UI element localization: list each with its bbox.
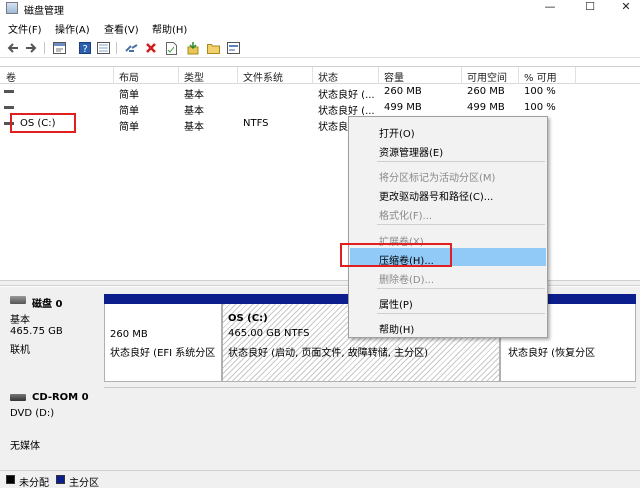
menu-item-change-drive-letter[interactable]: 更改驱动器号和路径(C)... <box>350 184 546 203</box>
import-icon[interactable] <box>186 41 200 55</box>
cell-type: 基本 <box>184 106 204 117</box>
disk-0-label[interactable]: 磁盘 0 基本 465.75 GB 联机 <box>4 291 102 386</box>
cell-filesystem: NTFS <box>243 118 269 129</box>
cdrom-0-drive: DVD (D:) <box>10 408 55 419</box>
disk-0-type: 基本 <box>10 315 30 326</box>
partition-efi-status: 状态良好 (EFI 系统分区 <box>110 348 216 359</box>
column-header-filesystem[interactable]: 文件系统 <box>243 69 283 84</box>
cell-free: 499 MB <box>467 102 505 113</box>
legend: 未分配 主分区 <box>0 470 640 488</box>
column-header-status[interactable]: 状态 <box>318 69 338 84</box>
menu-file[interactable]: 文件(F) <box>8 21 42 36</box>
legend-primary-label: 主分区 <box>69 478 99 488</box>
column-header-free-space[interactable]: 可用空间 <box>467 69 507 84</box>
document-icon[interactable] <box>164 41 178 55</box>
cell-capacity: 499 MB <box>384 102 422 113</box>
partition-os-status: 状态良好 (启动, 页面文件, 故障转储, 主分区) <box>228 348 429 359</box>
help-icon[interactable]: ? <box>78 41 92 55</box>
menu-item-open[interactable]: 打开(O) <box>350 121 546 140</box>
legend-unallocated-label: 未分配 <box>19 478 49 488</box>
delete-icon[interactable] <box>144 41 158 55</box>
menu-item-properties[interactable]: 属性(P) <box>350 292 546 311</box>
partition-recovery-status: 状态良好 (恢复分区 <box>508 348 596 359</box>
cdrom-0-media: 无媒体 <box>10 441 40 452</box>
menu-action[interactable]: 操作(A) <box>55 21 90 36</box>
column-header-type[interactable]: 类型 <box>184 69 204 84</box>
disk-0-size: 465.75 GB <box>10 326 63 337</box>
menu-item-mark-active: 将分区标记为活动分区(M) <box>379 173 496 184</box>
menu-item-help[interactable]: 帮助(H) <box>350 317 546 336</box>
legend-unallocated-swatch <box>6 475 15 484</box>
menu-bar: 文件(F) 操作(A) 查看(V) 帮助(H) <box>0 19 640 36</box>
menu-help[interactable]: 帮助(H) <box>152 21 187 36</box>
cell-layout: 简单 <box>119 106 139 117</box>
cdrom-0-name: CD-ROM 0 <box>32 392 89 403</box>
volume-icon <box>4 106 14 109</box>
cell-percent: 100 % <box>524 86 556 97</box>
cdrom-0-area <box>104 387 636 467</box>
column-header-volume[interactable]: 卷 <box>6 69 16 84</box>
toolbar: ? <box>0 38 640 58</box>
panel-icon[interactable] <box>226 41 240 55</box>
disk-management-app-icon <box>6 2 18 14</box>
cell-free: 260 MB <box>467 86 505 97</box>
table-row[interactable]: 简单 基本 状态良好 (... 260 MB 260 MB 100 % <box>0 84 640 101</box>
menu-item-delete-volume: 删除卷(D)... <box>379 275 435 286</box>
close-button[interactable]: ✕ <box>608 0 640 16</box>
disk-0-status: 联机 <box>10 345 30 356</box>
cell-capacity: 260 MB <box>384 86 422 97</box>
cdrom-icon <box>10 394 26 401</box>
partition-os-size: 465.00 GB NTFS <box>228 328 310 339</box>
cell-percent: 100 % <box>524 102 556 113</box>
cell-type: 基本 <box>184 90 204 101</box>
svg-text:?: ? <box>83 44 88 54</box>
minimize-button[interactable]: — <box>532 0 568 16</box>
menu-item-format: 格式化(F)... <box>379 211 433 222</box>
cell-status: 状态良好 (... <box>318 90 375 101</box>
window-title: 磁盘管理 <box>24 6 64 17</box>
table-row[interactable]: 简单 基本 状态良好 (... 499 MB 499 MB 100 % <box>0 100 640 117</box>
title-bar: 磁盘管理 — ☐ ✕ <box>0 0 640 17</box>
volume-icon <box>4 90 14 93</box>
properties-icon[interactable] <box>52 41 66 55</box>
cell-type: 基本 <box>184 122 204 133</box>
menu-item-explorer[interactable]: 资源管理器(E) <box>350 140 546 159</box>
disk-0-name: 磁盘 0 <box>32 299 63 310</box>
column-header-capacity[interactable]: 容量 <box>384 69 404 84</box>
back-arrow-icon[interactable] <box>6 41 20 55</box>
cell-layout: 简单 <box>119 122 139 133</box>
maximize-button[interactable]: ☐ <box>572 0 608 16</box>
legend-primary-swatch <box>56 475 65 484</box>
folder-icon[interactable] <box>206 41 220 55</box>
cell-status: 状态良好 (... <box>318 106 375 117</box>
hard-disk-icon <box>10 296 26 304</box>
annotation-highlight-shrink-volume <box>340 243 452 267</box>
partition-efi[interactable]: 260 MB 状态良好 (EFI 系统分区 <box>104 294 222 382</box>
column-header-layout[interactable]: 布局 <box>119 69 139 84</box>
volume-list-header: 卷 布局 类型 文件系统 状态 容量 可用空间 % 可用 <box>0 67 640 84</box>
column-header-percent-free[interactable]: % 可用 <box>524 69 557 84</box>
partition-os-name: OS (C:) <box>228 313 268 324</box>
forward-arrow-icon[interactable] <box>24 41 38 55</box>
context-menu: 打开(O) 资源管理器(E) 将分区标记为活动分区(M) 更改驱动器号和路径(C… <box>348 116 548 338</box>
list-view-icon[interactable] <box>96 41 110 55</box>
connect-icon[interactable] <box>124 41 138 55</box>
annotation-highlight-os-volume <box>10 113 76 133</box>
cdrom-0-label[interactable]: CD-ROM 0 DVD (D:) 无媒体 <box>4 387 102 467</box>
cell-layout: 简单 <box>119 90 139 101</box>
partition-efi-size: 260 MB <box>110 329 148 340</box>
menu-view[interactable]: 查看(V) <box>104 21 139 36</box>
